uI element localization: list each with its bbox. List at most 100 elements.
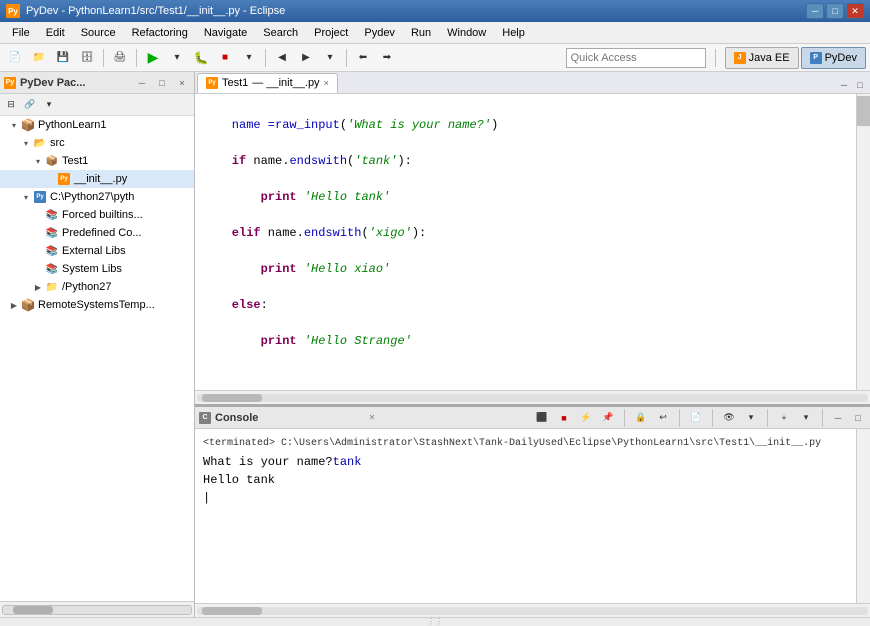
editor-h-scrollbar[interactable] (195, 390, 870, 404)
tb-save-button[interactable]: 💾 (52, 47, 74, 69)
tree-item-python27[interactable]: ▶ 📁 /Python27 (0, 278, 194, 296)
tree-item-forced[interactable]: ▶ 📚 Forced builtins... (0, 206, 194, 224)
close-icon: × (179, 78, 184, 88)
menu-run[interactable]: Run (403, 25, 439, 41)
sidebar-scrollbar[interactable] (0, 601, 194, 617)
tree-item-cpy27[interactable]: ▾ Py C:\Python27\pyth (0, 188, 194, 206)
tb-new-button[interactable]: 📄 (4, 47, 26, 69)
tree-arrow-test1: ▾ (32, 155, 44, 167)
code-editor[interactable]: name =raw_input('What is your name?') if… (195, 94, 856, 390)
main-toolbar: 📄 📁 💾 🗄 🖨 ▶ ▾ 🐛 ■ ▾ ◀ ▶ ▾ ⬅ ➡ J Java EE … (0, 44, 870, 72)
tb-nav-dropdown[interactable]: ▾ (319, 47, 341, 69)
console-line2: Hello tank (203, 473, 275, 487)
perspective-pydev[interactable]: P PyDev (801, 47, 866, 69)
system-libs-icon: 📚 (44, 261, 60, 277)
tree-item-init-py[interactable]: ▶ Py __init__.py (0, 170, 194, 188)
console-output[interactable]: <terminated> C:\Users\Administrator\Stas… (195, 429, 856, 603)
tb-prev-button[interactable]: ◀ (271, 47, 293, 69)
tb-forward-button[interactable]: ➡ (376, 47, 398, 69)
pydev-label: PyDev (825, 52, 857, 64)
console-disconnect-btn[interactable]: ⚡ (577, 409, 595, 427)
sidebar-toolbar: ⊟ 🔗 ▾ (0, 94, 194, 116)
tb-open-button[interactable]: 📁 (28, 47, 50, 69)
tree-item-system[interactable]: ▶ 📚 System Libs (0, 260, 194, 278)
tb-next-button[interactable]: ▶ (295, 47, 317, 69)
console-open-file-btn[interactable]: 📄 (687, 409, 705, 427)
quick-access-input[interactable] (566, 48, 706, 68)
editor-tab-label: Test1 (222, 77, 248, 89)
editor-h-scroll-track (197, 394, 868, 402)
console-terminate-btn[interactable]: ■ (555, 409, 573, 427)
editor-tab-close[interactable]: × (324, 78, 329, 88)
tb-run-button[interactable]: ▶ (142, 47, 164, 69)
editor-tab-test1[interactable]: Py Test1 — __init__.py × (197, 73, 338, 93)
console-scroll-lock-btn[interactable]: 🔒 (632, 409, 650, 427)
collapse-all-button[interactable]: ⊟ (2, 96, 20, 114)
tb-run-dropdown[interactable]: ▾ (166, 47, 188, 69)
close-panel-button[interactable]: × (174, 75, 190, 91)
menu-refactoring[interactable]: Refactoring (124, 25, 196, 41)
package-explorer-panel: Py PyDev Pac... ─ □ × ⊟ 🔗 ▾ ▾ 📦 PythonLe… (0, 72, 195, 617)
tree-item-external[interactable]: ▶ 📚 External Libs (0, 242, 194, 260)
code-endswith2: endswith (304, 226, 362, 240)
external-libs-icon: 📚 (44, 243, 60, 259)
tree-menu-button[interactable]: ▾ (40, 96, 58, 114)
code-print3: print (261, 334, 297, 348)
code-elif: elif (203, 226, 261, 240)
menu-file[interactable]: File (4, 25, 38, 41)
package-tree: ▾ 📦 PythonLearn1 ▾ 📂 src ▾ 📦 Test1 (0, 116, 194, 601)
maximize-panel-button[interactable]: □ (154, 75, 170, 91)
console-v-scrollbar[interactable] (856, 429, 870, 603)
close-button[interactable]: ✕ (846, 3, 864, 19)
tree-item-pythonlearn1[interactable]: ▾ 📦 PythonLearn1 (0, 116, 194, 134)
link-editor-button[interactable]: 🔗 (21, 96, 39, 114)
console-terminated-label: <terminated> (203, 438, 281, 449)
menu-project[interactable]: Project (306, 25, 356, 41)
console-path-label: C:\Users\Administrator\StashNext\Tank-Da… (281, 438, 821, 449)
console-h-scrollbar[interactable] (195, 603, 870, 617)
tb-back-button[interactable]: ⬅ (352, 47, 374, 69)
menu-navigate[interactable]: Navigate (196, 25, 255, 41)
tb-print-button[interactable]: 🖨 (109, 47, 131, 69)
package-explorer-title: PyDev Pac... (20, 77, 130, 89)
java-ee-icon: J (734, 52, 746, 64)
tb-stop-button[interactable]: ■ (214, 47, 236, 69)
console-maximize-button[interactable]: □ (850, 410, 866, 426)
remote-project-icon: 📦 (20, 297, 36, 313)
tb-sep3 (265, 49, 266, 67)
maximize-button[interactable]: □ (826, 3, 844, 19)
tb-save-all-button[interactable]: 🗄 (76, 47, 98, 69)
menu-help[interactable]: Help (494, 25, 533, 41)
tree-item-test1[interactable]: ▾ 📦 Test1 (0, 152, 194, 170)
tree-item-remotesystems[interactable]: ▶ 📦 RemoteSystemsTemp... (0, 296, 194, 314)
console-wrap-btn[interactable]: ↩ (654, 409, 672, 427)
console-clear-btn[interactable]: ⬛ (533, 409, 551, 427)
console-new-dropdown[interactable]: ▾ (797, 409, 815, 427)
tree-label-remotesystems: RemoteSystemsTemp... (38, 299, 155, 311)
perspective-java-ee[interactable]: J Java EE (725, 47, 799, 69)
menu-window[interactable]: Window (439, 25, 494, 41)
sidebar-h-scroll[interactable] (2, 605, 192, 615)
minimize-button[interactable]: ─ (806, 3, 824, 19)
console-view-btn[interactable]: 👁 (720, 409, 738, 427)
console-input-text: tank (333, 455, 362, 469)
tb-stop-dropdown[interactable]: ▾ (238, 47, 260, 69)
menu-source[interactable]: Source (73, 25, 124, 41)
editor-minimize-button[interactable]: ─ (836, 77, 852, 93)
console-pin-btn[interactable]: 📌 (599, 409, 617, 427)
menu-edit[interactable]: Edit (38, 25, 73, 41)
menu-pydev[interactable]: Pydev (356, 25, 403, 41)
tb-debug-button[interactable]: 🐛 (190, 47, 212, 69)
editor-maximize-button[interactable]: □ (852, 77, 868, 93)
console-h-scroll-track (197, 607, 868, 615)
console-view-dropdown[interactable]: ▾ (742, 409, 760, 427)
console-title: Console (215, 412, 365, 424)
tree-item-src[interactable]: ▾ 📂 src (0, 134, 194, 152)
console-new-console-btn[interactable]: + (775, 409, 793, 427)
console-sep2 (679, 409, 680, 427)
minimize-panel-button[interactable]: ─ (134, 75, 150, 91)
menu-search[interactable]: Search (255, 25, 306, 41)
tree-item-predefined[interactable]: ▶ 📚 Predefined Co... (0, 224, 194, 242)
console-minimize-button[interactable]: ─ (830, 410, 846, 426)
editor-v-scrollbar[interactable] (856, 94, 870, 390)
